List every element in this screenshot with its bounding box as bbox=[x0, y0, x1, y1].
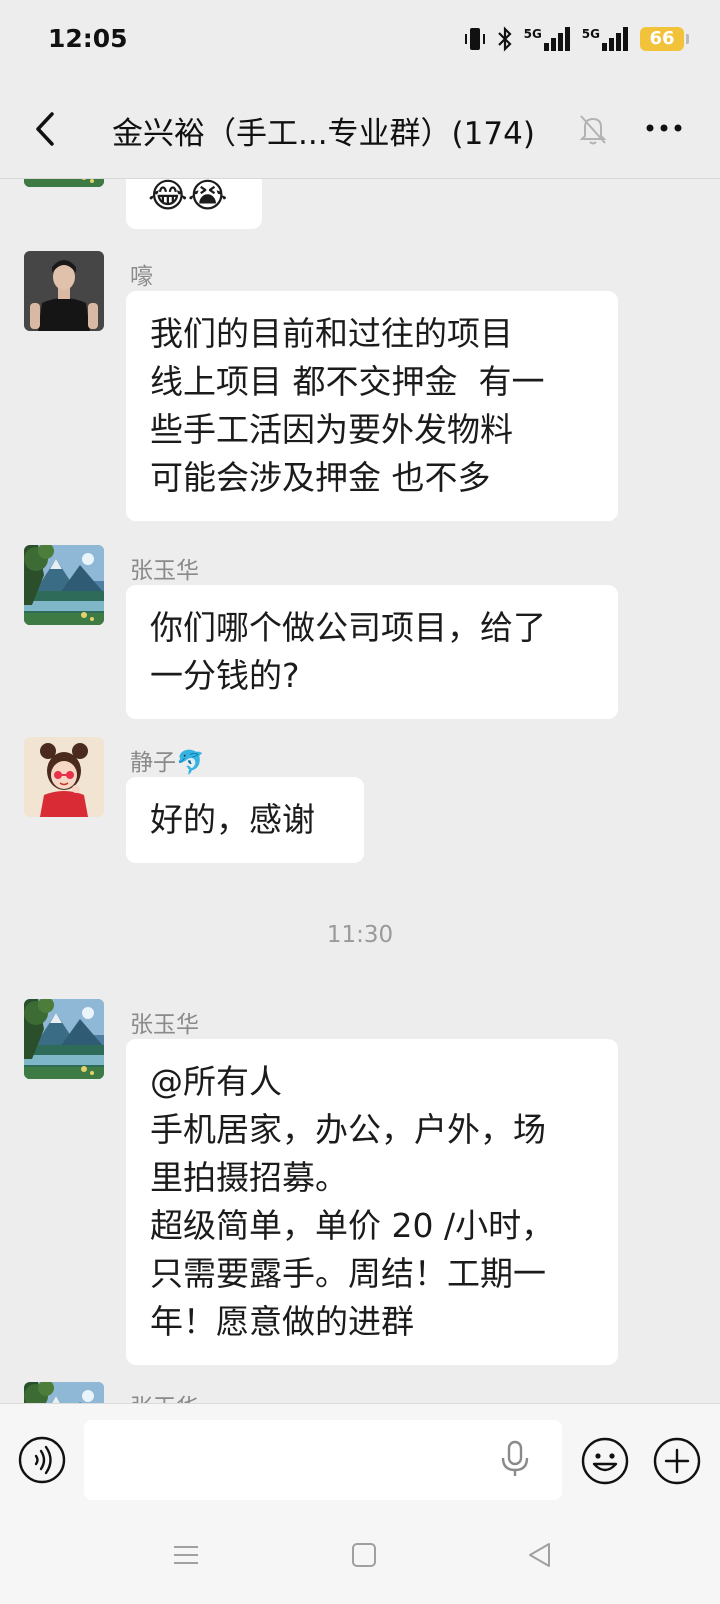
landscape-avatar bbox=[24, 545, 104, 625]
sender-name: 嚎 bbox=[130, 264, 153, 290]
message-text: 😂😭 bbox=[148, 179, 228, 216]
message-text: 你们哪个做公司项目，给了 bbox=[150, 608, 546, 647]
status-time: 12:05 bbox=[48, 24, 128, 53]
emoji-icon bbox=[581, 1437, 629, 1485]
more-options-button[interactable] bbox=[640, 108, 690, 148]
message-list[interactable]: 😂😭 嚎 我们的目前和过往的项目 线上项目 都不交押金 有一 些手工活因为要外发… bbox=[0, 179, 720, 1403]
landscape-avatar bbox=[24, 999, 104, 1079]
message-bubble[interactable]: @所有人 手机居家，办公，户外，场 里拍摄招募。 超级简单，单价 20 /小时，… bbox=[126, 1039, 618, 1365]
status-icons: 5G 5G 66 bbox=[464, 26, 689, 52]
plus-icon bbox=[653, 1437, 701, 1485]
message-text: 线上项目 都不交押金 有一 bbox=[150, 362, 545, 401]
chat-header: 金兴裕（手工...专业群）(174) bbox=[0, 84, 720, 179]
home-icon bbox=[352, 1543, 376, 1567]
status-bar: 12:05 5G 5G 66 bbox=[0, 0, 720, 84]
bluetooth-icon bbox=[497, 26, 512, 52]
man-photo-avatar bbox=[24, 251, 104, 331]
back-arrow-icon bbox=[36, 112, 54, 146]
sender-name: 静子🐬 bbox=[130, 750, 205, 776]
network-label: 5G bbox=[523, 27, 542, 41]
message-bubble[interactable]: 你们哪个做公司项目，给了 一分钱的? bbox=[126, 585, 618, 719]
more-dots-icon bbox=[646, 124, 682, 132]
message-bubble[interactable]: 😂😭 bbox=[126, 179, 262, 229]
nav-home-button[interactable] bbox=[350, 1541, 378, 1573]
voice-icon bbox=[18, 1436, 66, 1484]
signal-bars-icon bbox=[543, 27, 570, 51]
message-text: 里拍摄招募。 bbox=[150, 1158, 348, 1197]
message-bubble[interactable]: 我们的目前和过往的项目 线上项目 都不交押金 有一 些手工活因为要外发物料 可能… bbox=[126, 291, 618, 521]
signal-1: 5G bbox=[524, 27, 572, 51]
battery-icon: 66 bbox=[640, 27, 689, 51]
message-text: 超级简单，单价 20 /小时， bbox=[150, 1206, 555, 1245]
sender-avatar[interactable] bbox=[24, 545, 104, 625]
nav-recents-button[interactable] bbox=[172, 1541, 200, 1573]
message-input[interactable] bbox=[84, 1420, 562, 1500]
message-text: @所有人 bbox=[150, 1062, 282, 1101]
message-text: 我们的目前和过往的项目 bbox=[150, 314, 513, 353]
network-label: 5G bbox=[581, 27, 600, 41]
sender-avatar[interactable] bbox=[24, 251, 104, 331]
sender-avatar[interactable] bbox=[24, 179, 104, 187]
landscape-avatar bbox=[24, 1382, 104, 1403]
back-button[interactable] bbox=[22, 104, 72, 154]
sender-name: 张玉华 bbox=[130, 1388, 199, 1403]
girl-cartoon-avatar bbox=[24, 737, 104, 817]
message-text: 只需要露手。周结！工期一 bbox=[150, 1254, 546, 1293]
menu-icon bbox=[174, 1546, 198, 1564]
emoji-button[interactable] bbox=[580, 1436, 630, 1490]
sender-name: 张玉华 bbox=[130, 1012, 199, 1038]
system-nav-bar bbox=[0, 1511, 720, 1604]
microphone-icon bbox=[501, 1440, 529, 1476]
input-bar bbox=[0, 1403, 720, 1512]
signal-2: 5G bbox=[582, 27, 630, 51]
vibrate-icon bbox=[464, 28, 485, 50]
more-functions-button[interactable] bbox=[652, 1436, 702, 1490]
sender-name: 张玉华 bbox=[130, 558, 199, 584]
message-bubble[interactable]: 好的，感谢 bbox=[126, 777, 364, 863]
message-text: 年！愿意做的进群 bbox=[150, 1302, 414, 1341]
voice-toggle-button[interactable] bbox=[18, 1436, 66, 1488]
sender-avatar[interactable] bbox=[24, 1382, 104, 1403]
mute-status bbox=[578, 112, 608, 150]
message-timestamp: 11:30 bbox=[326, 922, 394, 948]
message-text: 手机居家，办公，户外，场 bbox=[150, 1110, 546, 1149]
nav-back-button[interactable] bbox=[526, 1541, 554, 1573]
landscape-avatar bbox=[24, 179, 104, 187]
message-text: 些手工活因为要外发物料 bbox=[150, 410, 513, 449]
message-text: 可能会涉及押金 也不多 bbox=[150, 458, 491, 497]
page-title: 金兴裕（手工...专业群）(174) bbox=[112, 116, 535, 152]
message-text: 好的，感谢 bbox=[150, 800, 315, 839]
sender-avatar[interactable] bbox=[24, 999, 104, 1079]
signal-bars-icon bbox=[602, 27, 628, 51]
message-text: 一分钱的? bbox=[150, 656, 300, 695]
mute-bell-icon bbox=[579, 115, 607, 145]
back-triangle-icon bbox=[529, 1543, 550, 1567]
sender-avatar[interactable] bbox=[24, 737, 104, 817]
